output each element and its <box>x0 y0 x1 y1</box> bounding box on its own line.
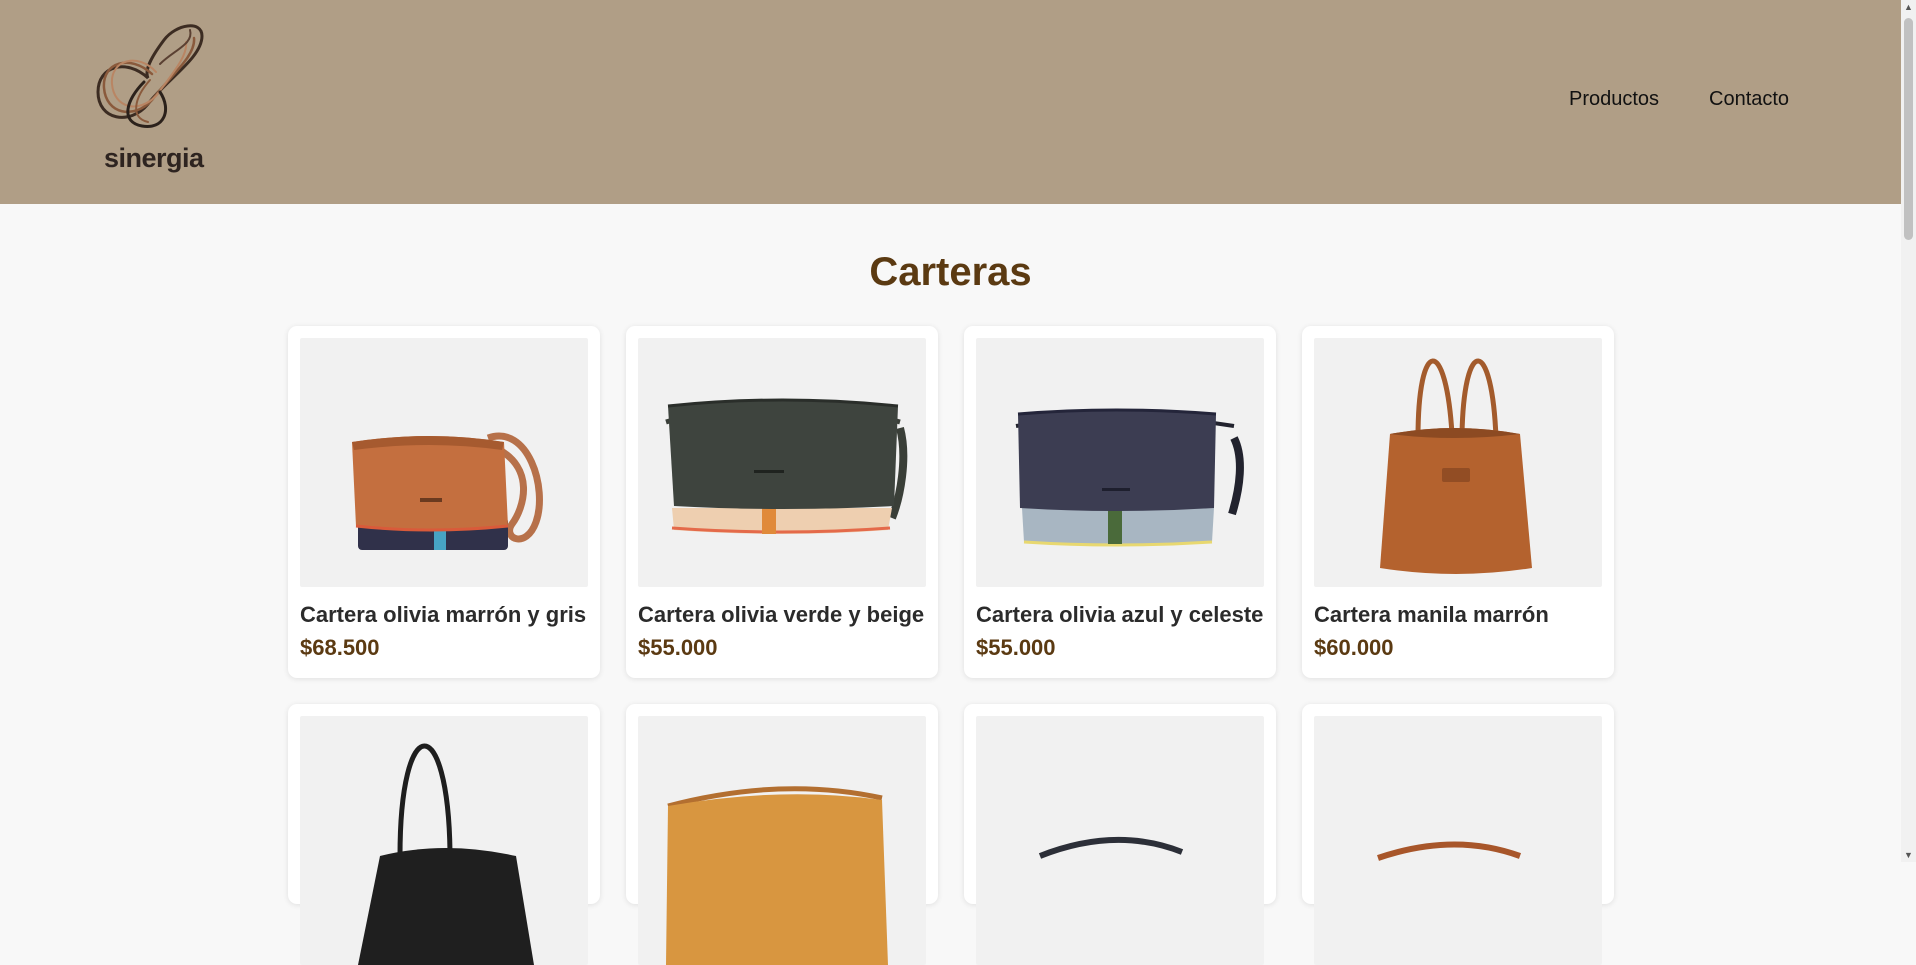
product-price: $68.500 <box>300 635 380 660</box>
product-card[interactable] <box>626 704 938 965</box>
product-name[interactable]: Cartera olivia azul y celeste <box>976 602 1263 628</box>
product-price: $60.000 <box>1314 635 1394 660</box>
product-image[interactable] <box>1314 716 1602 965</box>
product-image[interactable] <box>300 716 588 965</box>
page-scrollbar[interactable]: ▲ ▼ <box>1901 0 1916 862</box>
site-header: sinergia Productos Contacto <box>0 0 1901 204</box>
product-card[interactable] <box>964 704 1276 965</box>
page-title: Carteras <box>869 250 1032 294</box>
product-image[interactable] <box>1314 338 1602 587</box>
product-card[interactable]: Cartera manila marrón $60.000 <box>1302 326 1614 678</box>
scroll-down-arrow-icon[interactable]: ▼ <box>1904 850 1913 860</box>
tote-bag-icon <box>1380 358 1532 574</box>
scroll-thumb[interactable] <box>1904 18 1913 240</box>
nav-contacto-link[interactable]: Contacto <box>1709 88 1789 111</box>
product-card[interactable]: Cartera olivia marrón y gris $68.500 <box>288 326 600 678</box>
product-image[interactable] <box>976 716 1264 965</box>
product-image[interactable] <box>638 716 926 965</box>
product-price: $55.000 <box>976 635 1056 660</box>
product-name[interactable]: Cartera manila marrón <box>1314 602 1549 628</box>
product-card[interactable]: Cartera olivia azul y celeste $55.000 <box>964 326 1276 678</box>
nav-productos-link[interactable]: Productos <box>1569 88 1659 111</box>
brand-logo[interactable]: sinergia <box>88 22 220 182</box>
infinity-logo-icon <box>96 24 204 128</box>
product-card[interactable]: Cartera olivia verde y beige $55.000 <box>626 326 938 678</box>
product-name[interactable]: Cartera olivia verde y beige <box>638 602 924 628</box>
product-image[interactable] <box>638 338 926 587</box>
product-card[interactable] <box>1302 704 1614 965</box>
messenger-bag-icon <box>1377 841 1522 861</box>
messenger-bag-icon <box>665 398 908 534</box>
tote-bag-icon <box>358 743 534 965</box>
product-name[interactable]: Cartera olivia marrón y gris <box>300 602 586 628</box>
brand-name: sinergia <box>104 143 204 173</box>
product-card[interactable] <box>288 704 600 965</box>
messenger-bag-icon <box>1015 408 1244 547</box>
product-image[interactable] <box>300 338 588 587</box>
messenger-bag-icon <box>352 432 543 550</box>
shoulder-bag-icon <box>666 786 888 965</box>
product-price: $55.000 <box>638 635 718 660</box>
product-image[interactable] <box>976 338 1264 587</box>
scroll-up-arrow-icon[interactable]: ▲ <box>1904 2 1913 12</box>
messenger-bag-icon <box>1038 836 1184 859</box>
